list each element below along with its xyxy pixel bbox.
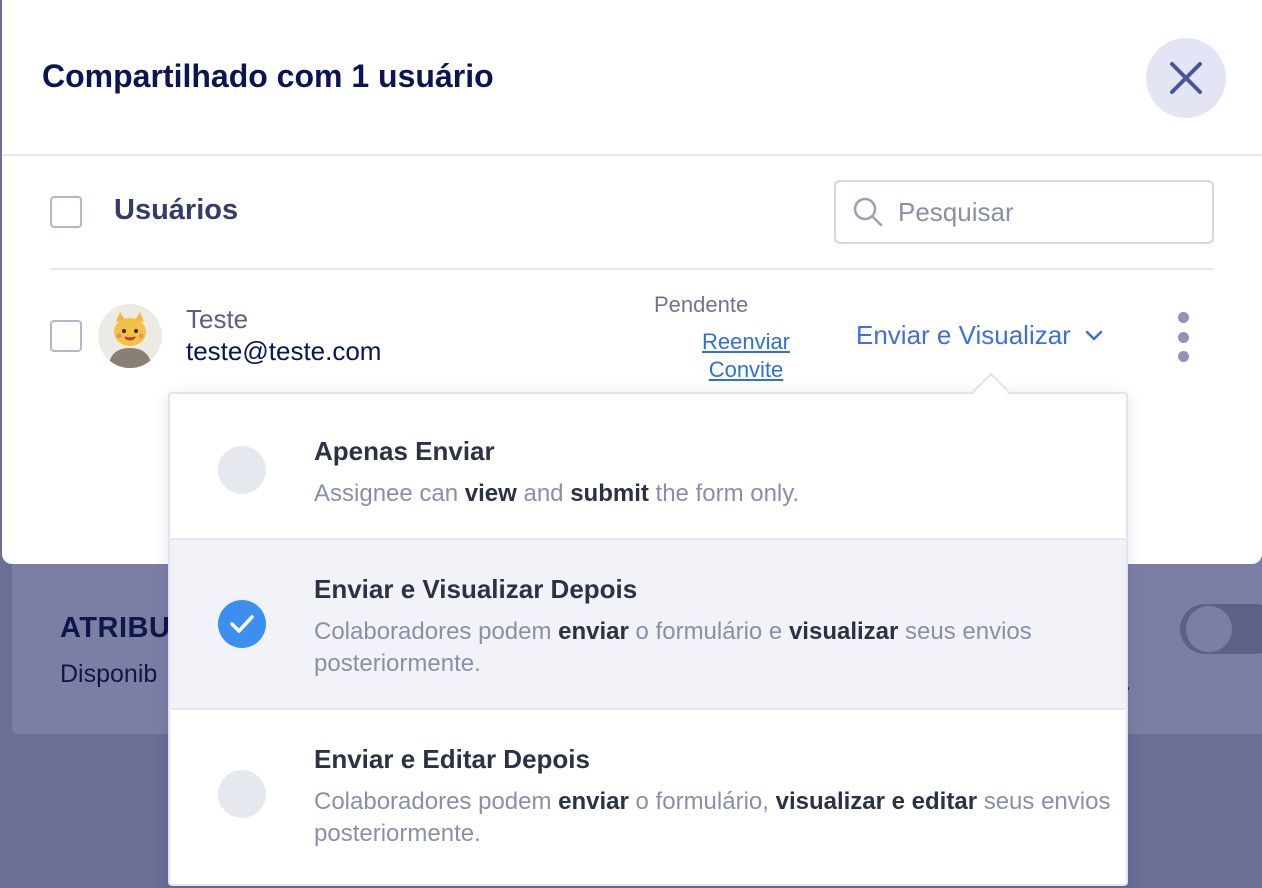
background-toggle-knob xyxy=(1186,606,1232,652)
users-header: Usuários xyxy=(114,194,239,226)
background-section-title: ATRIBU xyxy=(60,612,171,644)
invite-status: Pendente xyxy=(654,292,749,317)
permission-option-submit-only[interactable]: Apenas Enviar Assignee can view and subm… xyxy=(170,394,1126,538)
resend-invite-link[interactable]: Reenviar Convite xyxy=(692,328,800,384)
background-toggle xyxy=(1180,604,1262,654)
user-name: Teste xyxy=(186,304,249,334)
permission-option-title: Apenas Enviar xyxy=(314,436,495,466)
search-icon xyxy=(853,197,883,227)
permission-dropdown[interactable]: Enviar e Visualizar xyxy=(856,320,1103,351)
modal-title: Compartilhado com 1 usuário xyxy=(42,58,494,94)
radio-unchecked-icon[interactable] xyxy=(218,770,266,818)
search-box xyxy=(834,180,1214,244)
user-email: teste@teste.com xyxy=(186,336,382,366)
permission-option-description: Assignee can view and submit the form on… xyxy=(314,480,800,507)
radio-checked-icon[interactable] xyxy=(218,600,266,648)
permission-option-description: Colaboradores podem enviar o formulário,… xyxy=(314,788,1111,847)
user-row-checkbox[interactable] xyxy=(50,320,82,352)
resend-invite-line2: Convite xyxy=(708,357,784,382)
background-section-subtitle: Disponib xyxy=(60,660,158,688)
more-dot-icon xyxy=(1177,351,1189,362)
avatar xyxy=(98,304,162,368)
select-all-checkbox[interactable] xyxy=(50,196,82,228)
close-button[interactable] xyxy=(1146,38,1226,118)
permission-option-submit-view[interactable]: Enviar e Visualizar Depois Colaboradores… xyxy=(170,540,1126,708)
permission-option-submit-edit[interactable]: Enviar e Editar Depois Colaboradores pod… xyxy=(170,710,1126,886)
more-dot-icon xyxy=(1177,331,1189,343)
permission-option-title: Enviar e Visualizar Depois xyxy=(314,574,638,604)
list-divider xyxy=(50,268,1214,270)
permission-option-title: Enviar e Editar Depois xyxy=(314,744,590,774)
header-divider xyxy=(2,154,1262,156)
more-dot-icon xyxy=(1177,312,1189,323)
more-options-button[interactable] xyxy=(1172,312,1194,362)
radio-unchecked-icon[interactable] xyxy=(218,446,266,494)
chevron-down-icon xyxy=(1085,330,1103,340)
permission-dropdown-label: Enviar e Visualizar xyxy=(856,320,1071,350)
close-icon xyxy=(1170,62,1202,94)
search-input[interactable] xyxy=(898,190,1198,234)
permission-option-description: Colaboradores podem enviar o formulário … xyxy=(314,618,1032,677)
checkmark-icon xyxy=(230,615,254,633)
resend-invite-line1: Reenviar xyxy=(701,329,791,354)
permission-popover: Apenas Enviar Assignee can view and subm… xyxy=(168,392,1128,886)
